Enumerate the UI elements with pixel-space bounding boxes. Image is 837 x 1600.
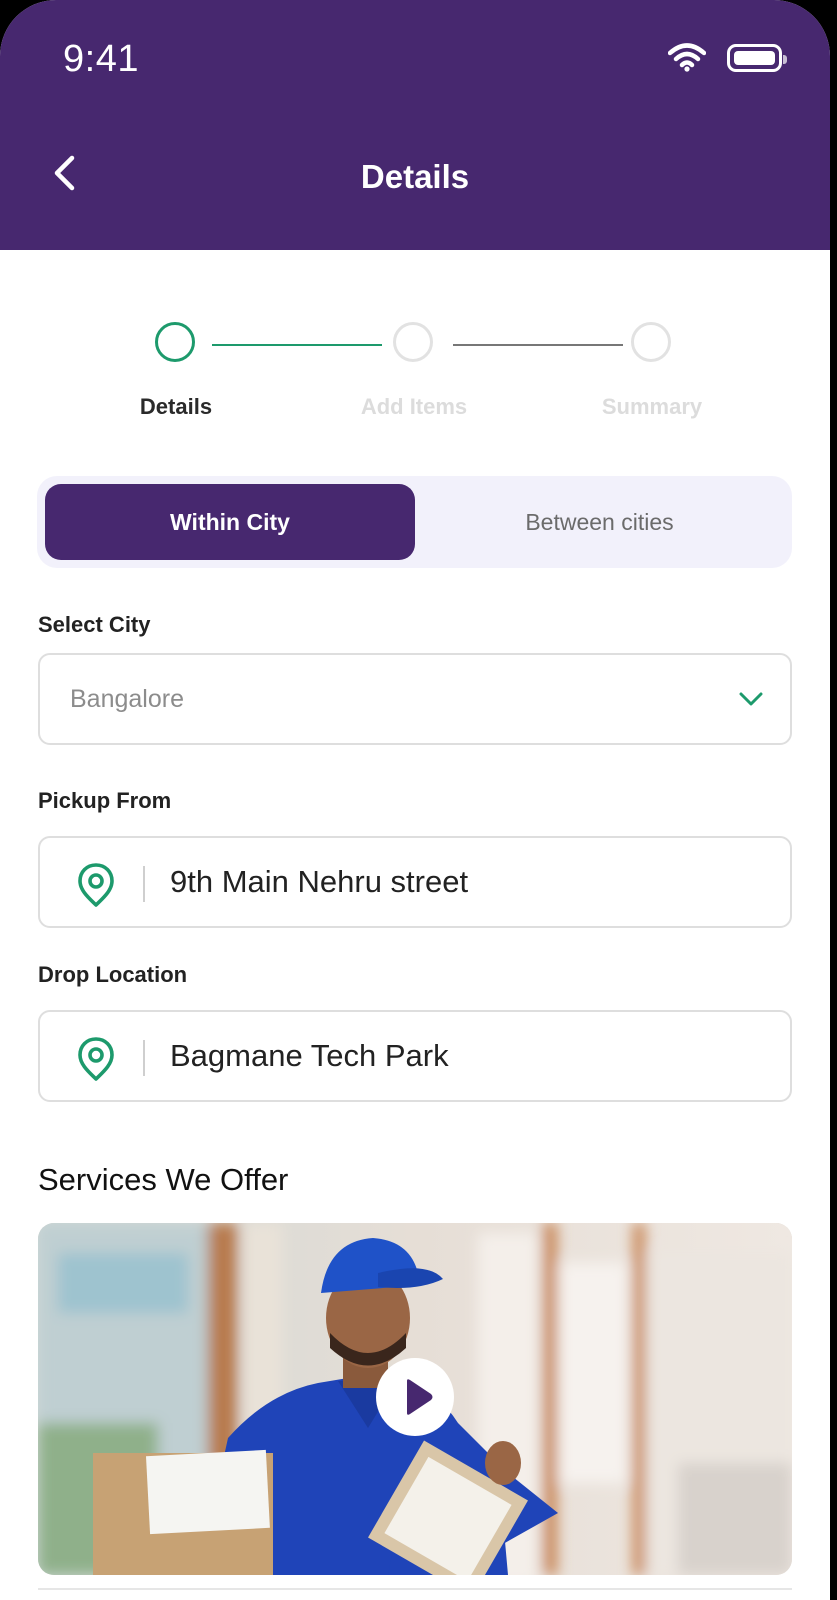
pickup-location-value: 9th Main Nehru street <box>170 864 469 899</box>
drop-location-value: Bagmane Tech Park <box>170 1038 449 1073</box>
step-3-indicator <box>631 322 671 362</box>
select-city-label: Select City <box>38 612 151 637</box>
battery-icon <box>727 44 787 72</box>
pickup-from-label: Pickup From <box>38 788 172 813</box>
step-connector-1 <box>212 344 382 346</box>
bottom-divider <box>38 1588 792 1590</box>
field-divider <box>143 1040 145 1076</box>
play-video-button[interactable] <box>376 1358 454 1436</box>
within-city-tab[interactable]: Within City <box>45 484 415 560</box>
location-pin-icon <box>78 863 114 907</box>
app-screen: 9:41 Details Details Add Items Summary W… <box>0 0 830 1600</box>
step-1-indicator <box>155 322 195 362</box>
city-select-value: Bangalore <box>70 685 184 713</box>
city-select[interactable]: Bangalore <box>38 653 792 745</box>
step-2-indicator <box>393 322 433 362</box>
chevron-down-icon <box>739 692 763 706</box>
services-video-thumbnail[interactable] <box>38 1223 792 1575</box>
drop-location-field[interactable]: Bagmane Tech Park <box>38 1010 792 1102</box>
location-pin-icon <box>78 1037 114 1081</box>
play-icon <box>407 1379 433 1415</box>
step-label-add-items: Add Items <box>360 394 468 419</box>
services-section-title: Services We Offer <box>38 1162 289 1197</box>
pickup-location-field[interactable]: 9th Main Nehru street <box>38 836 792 928</box>
between-cities-tab[interactable]: Between cities <box>415 484 784 560</box>
status-time: 9:41 <box>63 38 139 80</box>
step-label-details: Details <box>139 394 213 419</box>
page-title: Details <box>360 158 470 195</box>
app-header: 9:41 Details <box>0 0 830 250</box>
wifi-icon <box>668 43 706 72</box>
drop-location-label: Drop Location <box>38 962 188 987</box>
step-connector-2 <box>453 344 623 346</box>
progress-stepper: Details Add Items Summary <box>0 322 830 432</box>
trip-type-segmented-control: Within City Between cities <box>37 476 792 568</box>
step-label-summary: Summary <box>601 394 703 419</box>
field-divider <box>143 866 145 902</box>
